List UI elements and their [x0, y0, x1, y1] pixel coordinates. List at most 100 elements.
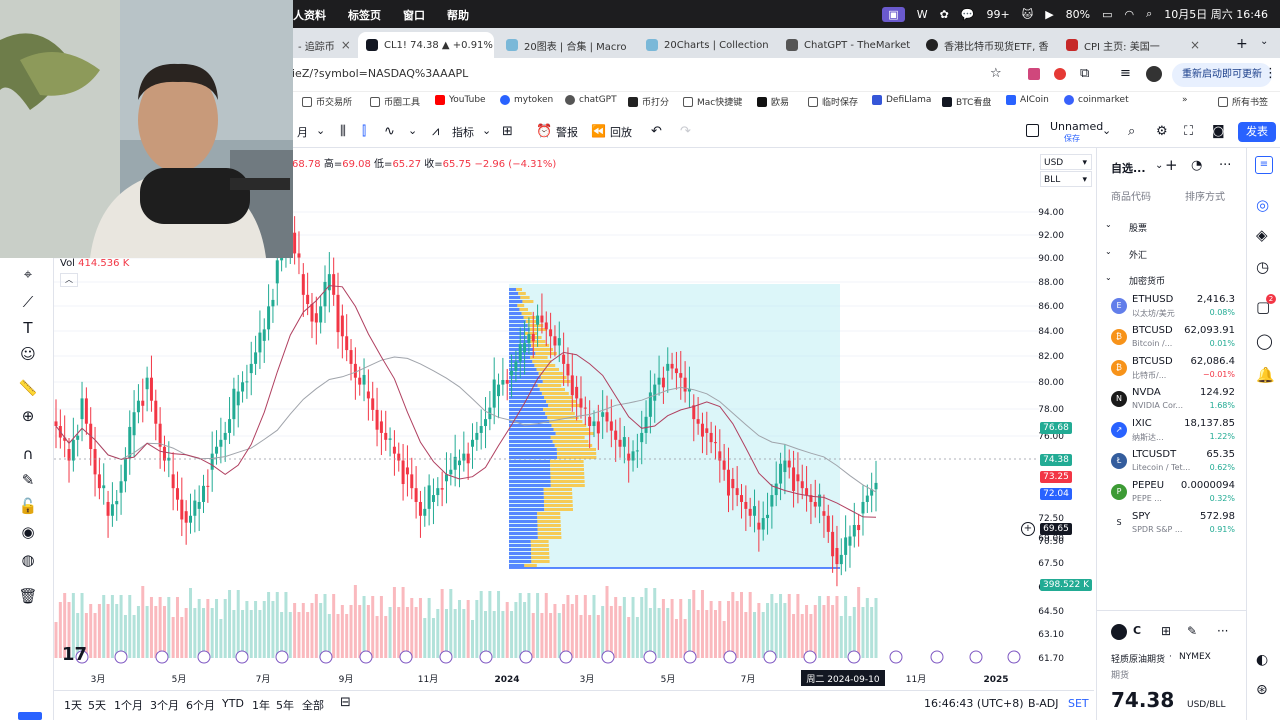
bookmark-item[interactable]: mytoken — [500, 95, 553, 105]
date-range-calendar-icon[interactable]: ⊟ — [340, 695, 351, 710]
clock-time[interactable]: 16:46:43 (UTC+8) — [924, 697, 1024, 710]
chevron-down-icon[interactable]: ⌄ — [408, 124, 417, 137]
search-icon[interactable]: ⌕ — [1146, 7, 1152, 21]
globe-icon[interactable]: ◍ — [18, 550, 38, 570]
advanced-view-icon[interactable]: ◔ — [1191, 158, 1202, 173]
bookmark-item[interactable]: Mac快捷键 — [683, 95, 742, 108]
clock-icon[interactable]: ◷ — [1256, 258, 1269, 276]
restart-update-button[interactable]: 重新启动即可更新 — [1172, 63, 1272, 87]
tab-cpi[interactable]: CPI 主页: 美国一 × — [1058, 32, 1208, 58]
all-bookmarks-button[interactable]: 所有书签 — [1218, 95, 1268, 108]
grid-view-icon[interactable]: ⊞ — [1161, 624, 1171, 638]
bookmark-item[interactable]: DefiLlama — [872, 95, 931, 105]
layout-name[interactable]: Unnamed — [1050, 120, 1103, 133]
chevron-down-icon[interactable]: ⌄ — [1105, 247, 1112, 256]
section-forex[interactable]: 外汇 — [1129, 248, 1147, 261]
chevron-down-icon[interactable]: ⌄ — [482, 124, 491, 137]
range-all[interactable]: 全部 — [302, 697, 324, 713]
emoji-icon[interactable]: ☺ — [18, 344, 38, 364]
tab-list-icon[interactable]: ⌄ — [1260, 36, 1268, 47]
watchlist-title[interactable]: 自选... — [1111, 160, 1146, 176]
detail-symbol[interactable]: C — [1133, 624, 1141, 637]
tab-chatgpt[interactable]: ChatGPT - TheMarket× — [778, 32, 914, 58]
bookmark-item[interactable]: 临时保存 — [808, 95, 858, 108]
layout-icon[interactable] — [1026, 124, 1039, 137]
watchlist-row[interactable]: N NVDA NVIDIA Cor... 124.92 1.68% — [1097, 385, 1247, 416]
data-window-icon[interactable]: ⊛ — [1256, 682, 1268, 698]
layers-icon[interactable]: ◈ — [1256, 226, 1268, 244]
help-icon[interactable]: ◐ — [1256, 652, 1268, 668]
quick-search-icon[interactable]: ⌕ — [1128, 124, 1135, 139]
collapse-chevron-icon[interactable]: ︿ — [60, 273, 78, 287]
adjustment-toggle[interactable]: B-ADJ — [1028, 697, 1059, 710]
watchlist-row[interactable]: ₿ BTCUSD Bitcoin /... 62,093.91 0.01% — [1097, 323, 1247, 354]
magnet-icon[interactable]: ∩ — [18, 444, 38, 464]
bookmark-item[interactable]: coinmarket — [1064, 95, 1129, 105]
bookmark-item[interactable]: 币打分 — [628, 95, 669, 108]
watchlist-row[interactable]: ₿ BTCUSD 比特币/... 62,086.4 −0.01% — [1097, 354, 1247, 385]
tab-20charts-cn[interactable]: 20图表 | 合集 | Macro × — [498, 32, 634, 58]
bookmark-item[interactable]: YouTube — [435, 95, 486, 105]
section-crypto[interactable]: 加密货币 — [1129, 274, 1165, 287]
sort-header[interactable]: 排序方式 — [1185, 188, 1225, 203]
extension-icon[interactable] — [1054, 68, 1066, 80]
tab-hk-etf[interactable]: 香港比特币现货ETF, 香× — [918, 32, 1054, 58]
chevron-down-icon[interactable]: ⌄ — [1155, 160, 1163, 171]
bookmark-item[interactable]: chatGPT — [565, 95, 617, 105]
bookmark-item[interactable]: AICoin — [1006, 95, 1049, 105]
chevron-down-icon[interactable]: ⌄ — [316, 124, 325, 137]
add-symbol-icon[interactable]: + — [1165, 156, 1178, 174]
fullscreen-icon[interactable]: ⛶ — [1184, 124, 1193, 139]
lock-icon[interactable]: 🔓 — [18, 496, 38, 516]
interval-selector[interactable]: 月 — [297, 124, 308, 140]
avatar[interactable] — [1146, 66, 1162, 82]
watchlist-row[interactable]: Ł LTCUSDT Litecoin / Tet... 65.35 0.62% — [1097, 447, 1247, 478]
tab-tracker[interactable]: - 追踪币 × — [290, 32, 356, 58]
range-1m[interactable]: 1个月 — [114, 697, 143, 713]
tab-cl1[interactable]: CL1! 74.38 ▲ +0.91%× — [358, 32, 494, 58]
menu-item-tabs[interactable]: 标签页 — [348, 7, 381, 23]
tab-20charts-en[interactable]: 20Charts | Collection× — [638, 32, 774, 58]
wifi-icon[interactable]: ◠ — [1125, 8, 1135, 21]
bars-icon[interactable]: ⫿ — [362, 124, 366, 139]
menu-item-help[interactable]: 帮助 — [447, 7, 469, 23]
close-icon[interactable]: × — [1190, 38, 1200, 52]
range-6m[interactable]: 6个月 — [186, 697, 215, 713]
hotlist-icon[interactable]: ◎ — [1256, 196, 1269, 214]
templates-grid-icon[interactable]: ⊞ — [502, 124, 513, 139]
watchlist-icon[interactable]: ≡ — [1255, 156, 1273, 174]
bookmark-item[interactable]: BTC看盘 — [942, 95, 991, 108]
reading-list-icon[interactable]: ≡ — [1120, 66, 1131, 81]
zoom-in-icon[interactable]: ⊕ — [18, 406, 38, 426]
notification-badge[interactable]: 99+ — [987, 8, 1010, 21]
chatgpt-icon[interactable]: ✿ — [940, 8, 949, 21]
screen-share-icon[interactable]: ▣ — [882, 6, 905, 22]
range-3m[interactable]: 3个月 — [150, 697, 179, 713]
camera-icon[interactable]: ◙ — [1212, 124, 1225, 139]
close-icon[interactable]: × — [341, 38, 351, 52]
watchlist-row[interactable]: P PEPEU PEPE ... 0.0000094 0.32% — [1097, 478, 1247, 509]
menu-item-profile[interactable]: 人资料 — [293, 7, 326, 23]
text-tool-icon[interactable]: T — [18, 318, 38, 338]
trend-line-icon[interactable]: ⟋ — [18, 292, 38, 312]
replay-icon[interactable]: ⏪ — [591, 124, 606, 138]
indicators-icon[interactable]: ⩘ — [432, 124, 439, 139]
bookmark-item[interactable]: 币交易所 — [302, 95, 352, 108]
word-icon[interactable]: W — [917, 8, 928, 21]
trash-icon[interactable]: 🗑 — [18, 586, 38, 606]
watchlist-row[interactable]: S SPY SPDR S&P ... 572.98 0.91% — [1097, 509, 1247, 540]
pencil-lock-icon[interactable]: ✎ — [18, 470, 38, 490]
more-menu-icon[interactable]: ⋮ — [1264, 66, 1277, 81]
more-horizontal-icon[interactable]: ··· — [1217, 624, 1228, 638]
chevron-down-icon[interactable]: ⌄ — [1102, 124, 1111, 137]
section-stocks[interactable]: 股票 — [1129, 221, 1147, 234]
datetime[interactable]: 10月5日 周六 16:46 — [1164, 6, 1268, 22]
publish-button[interactable]: 发表 — [1238, 122, 1276, 142]
redo-icon[interactable]: ↷ — [680, 124, 691, 139]
extensions-puzzle-icon[interactable]: ⧉ — [1080, 66, 1089, 81]
chevron-down-icon[interactable]: ⌄ — [1105, 220, 1112, 229]
line-chart-icon[interactable]: ∿ — [384, 124, 395, 139]
watchlist-row[interactable]: E ETHUSD 以太坊/美元 2,416.3 0.08% — [1097, 292, 1247, 323]
edit-icon[interactable]: ✎ — [1187, 624, 1197, 638]
collapse-panel-button[interactable] — [18, 712, 42, 720]
